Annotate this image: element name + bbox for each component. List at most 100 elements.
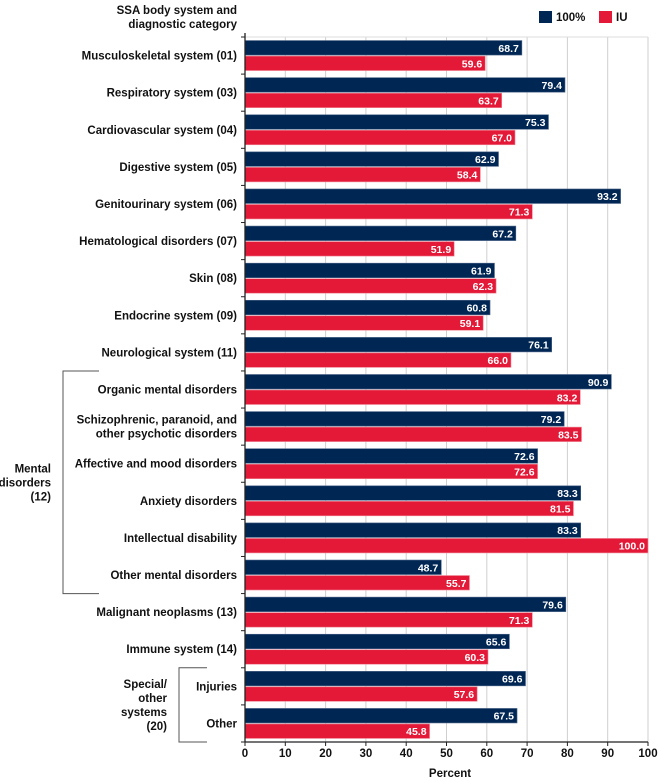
data-label: 59.1: [460, 318, 481, 330]
legend-label: IU: [616, 12, 628, 24]
data-label: 61.9: [471, 265, 492, 277]
data-label: 57.6: [454, 689, 475, 701]
bar-iu: [244, 538, 649, 554]
bar-iu: [244, 55, 486, 71]
x-tick-label: 40: [400, 748, 413, 760]
bar-iu: [244, 649, 489, 665]
category-label: Intellectual disability: [124, 533, 238, 545]
bar-100pct: [244, 225, 517, 241]
bar-chart: 68.7 59.6 79.4 63.7 75.3 67.0 62.9 58.4 93.2 71.3…: [0, 5, 658, 780]
group-label: other: [138, 693, 167, 705]
category-label: Skin (08): [189, 273, 237, 285]
bar-iu: [244, 723, 430, 739]
data-label: 83.2: [557, 392, 578, 404]
bar-iu: [244, 463, 538, 480]
data-label: 45.8: [406, 726, 427, 738]
data-label: 51.9: [431, 244, 452, 256]
bar-100pct: [244, 188, 621, 204]
bar-100pct: [244, 337, 552, 353]
bar-100pct: [244, 114, 549, 130]
category-label: Organic mental disorders: [98, 385, 237, 397]
data-label: 71.3: [509, 615, 530, 627]
bar-iu: [244, 575, 470, 591]
category-label: Malignant neoplasms (13): [96, 607, 237, 619]
x-tick-label: 100: [638, 748, 657, 760]
x-tick-label: 30: [360, 748, 373, 760]
bar-iu: [244, 167, 481, 183]
category-label: Neurological system (11): [102, 347, 238, 359]
data-label: 66.0: [488, 355, 509, 367]
data-label: 83.5: [558, 429, 579, 441]
bar-iu: [244, 686, 478, 702]
category-axis-title-line-1: SSA body system and: [117, 5, 237, 17]
data-label: 62.9: [475, 154, 496, 166]
data-label: 69.6: [502, 674, 523, 686]
group-label: disorders: [0, 477, 51, 489]
data-label: 60.8: [467, 303, 488, 315]
group-label: systems: [121, 707, 167, 719]
category-label: Anxiety disorders: [140, 496, 237, 508]
bar-100pct: [244, 633, 510, 650]
group-bracket: [62, 370, 99, 595]
bar-iu: [244, 241, 455, 257]
x-tick-label: 80: [561, 748, 574, 760]
bar-100pct: [244, 411, 565, 427]
legend: 100% IU: [539, 11, 628, 24]
category-label: Musculoskeletal system (01): [82, 51, 237, 63]
data-label: 93.2: [597, 191, 618, 203]
bar-iu: [244, 389, 581, 405]
group-label: Special/: [124, 679, 168, 691]
category-labels: Musculoskeletal system (01) Respiratory s…: [75, 51, 238, 731]
data-label: 67.5: [494, 711, 515, 723]
bar-100pct: [244, 522, 581, 538]
bar-100pct: [244, 262, 495, 278]
x-tick-label: 70: [521, 748, 534, 760]
bar-iu: [244, 129, 516, 146]
x-tick-label: 90: [601, 748, 614, 760]
group-label: Mental: [15, 463, 51, 475]
x-tick-label: 20: [319, 748, 332, 760]
category-label: Hematological disorders (07): [79, 236, 237, 248]
group-label: (12): [31, 491, 52, 503]
group-bracket: [178, 667, 207, 743]
bar-100pct: [244, 596, 567, 612]
data-label: 79.4: [542, 80, 563, 92]
category-label: Affective and mood disorders: [75, 459, 237, 471]
category-label: Genitourinary system (06): [95, 199, 237, 211]
bar-iu: [244, 501, 574, 517]
data-label: 79.6: [542, 599, 563, 611]
category-label: Digestive system (05): [119, 162, 237, 174]
bar-100pct: [244, 559, 442, 575]
bar-iu: [244, 612, 533, 628]
bar-iu: [244, 315, 484, 331]
bar-iu: [244, 204, 533, 220]
bar-100pct: [244, 485, 581, 501]
data-label: 75.3: [525, 117, 546, 129]
bar-iu: [244, 352, 512, 368]
category-label: Respiratory system (03): [107, 88, 238, 100]
category-label: other psychotic disorders: [96, 429, 237, 441]
data-label: 76.1: [528, 340, 549, 352]
data-label: 81.5: [550, 504, 571, 516]
data-label: 68.7: [498, 43, 519, 55]
legend-swatch-iu: [599, 11, 612, 23]
bar-iu: [244, 426, 582, 442]
bar-iu: [244, 92, 503, 108]
bar-100pct: [244, 448, 538, 464]
legend-label: 100%: [556, 12, 585, 24]
category-axis-title-line-2: diagnostic category: [128, 19, 237, 31]
x-tick-label: 50: [440, 748, 453, 760]
category-label: Injuries: [196, 681, 237, 693]
x-tick-label: 10: [279, 748, 292, 760]
x-tick-label: 60: [480, 748, 493, 760]
group-label: (20): [147, 721, 168, 733]
data-label: 72.6: [514, 451, 535, 463]
category-label: Other mental disorders: [110, 570, 237, 582]
data-label: 60.3: [465, 652, 486, 664]
data-label: 67.2: [492, 228, 513, 240]
data-label: 83.3: [557, 525, 578, 537]
x-axis-title: Percent: [429, 768, 471, 780]
category-label: Endocrine system (09): [114, 310, 237, 322]
category-label: Schizophrenic, paranoid, and: [77, 415, 237, 427]
data-label: 55.7: [446, 578, 467, 590]
